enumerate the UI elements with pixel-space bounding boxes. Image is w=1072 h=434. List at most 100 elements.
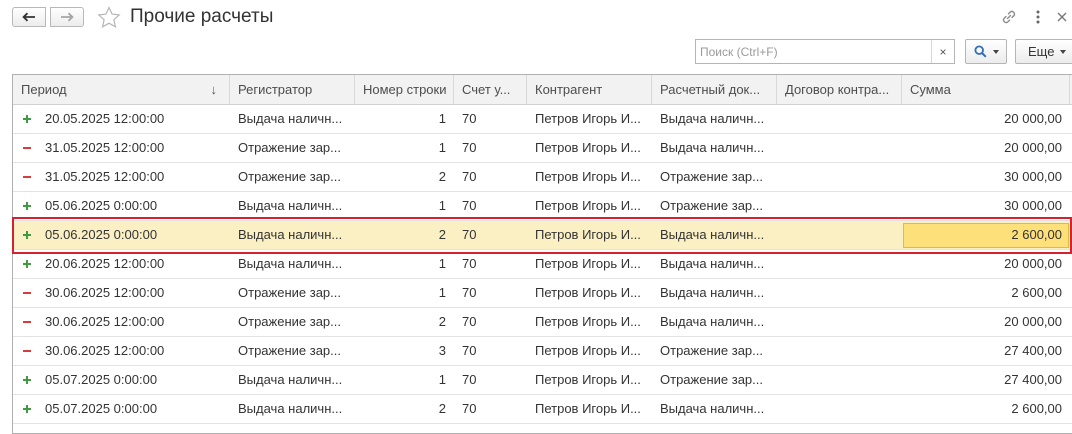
cell-settlement-document: Отражение зар... xyxy=(660,198,763,213)
cell-registrar: Выдача наличн... xyxy=(238,227,343,242)
cell-counterparty: Петров Игорь И... xyxy=(535,314,641,329)
cell-period: 30.06.2025 12:00:00 xyxy=(45,285,165,300)
chevron-down-icon xyxy=(1060,49,1067,54)
cell-line-number: 2 xyxy=(438,401,446,416)
cell-counterparty: Петров Игорь И... xyxy=(535,111,641,126)
cell-counterparty: Петров Игорь И... xyxy=(535,169,641,184)
cell-contract xyxy=(777,250,902,278)
star-icon[interactable] xyxy=(97,6,121,28)
close-icon[interactable] xyxy=(1054,8,1070,26)
cell-registrar: Выдача наличн... xyxy=(238,111,343,126)
cell-settlement-document: Отражение зар... xyxy=(660,343,763,358)
data-table: Период ↓ Регистратор Номер строки Счет у… xyxy=(12,74,1072,434)
back-button[interactable] xyxy=(12,7,46,27)
column-header-label: Период xyxy=(21,82,67,97)
cell-sum: 27 400,00 xyxy=(1004,372,1062,387)
column-header-settlement-document[interactable]: Расчетный док... xyxy=(652,75,777,104)
cell-registrar: Выдача наличн... xyxy=(238,401,343,416)
search-input[interactable] xyxy=(696,40,932,63)
cell-counterparty: Петров Игорь И... xyxy=(535,372,641,387)
cell-account: 70 xyxy=(462,227,477,242)
table-row[interactable]: 31.05.2025 12:00:00 Отражение зар... 1 70 Пе… xyxy=(13,134,1072,163)
cell-sum: 20 000,00 xyxy=(1004,314,1062,329)
sort-descending-icon: ↓ xyxy=(210,82,218,97)
cell-counterparty: Петров Игорь И... xyxy=(535,198,641,213)
cell-sum: 30 000,00 xyxy=(1004,169,1062,184)
cell-contract xyxy=(777,279,902,307)
cell-settlement-document: Выдача наличн... xyxy=(660,256,765,271)
column-header-period[interactable]: Период ↓ xyxy=(13,75,230,104)
cell-line-number: 1 xyxy=(438,256,446,271)
table-row[interactable]: 05.06.2025 0:00:00 Выдача наличн... 2 70 Пет… xyxy=(13,221,1072,250)
cell-sum: 20 000,00 xyxy=(1004,256,1062,271)
cell-period: 05.07.2025 0:00:00 xyxy=(45,401,158,416)
cell-counterparty: Петров Игорь И... xyxy=(535,343,641,358)
cell-sum: 27 400,00 xyxy=(1004,343,1062,358)
cell-period: 30.06.2025 12:00:00 xyxy=(45,343,165,358)
vertical-dots-icon[interactable] xyxy=(1030,8,1046,26)
cell-registrar: Отражение зар... xyxy=(238,169,341,184)
cell-account: 70 xyxy=(462,256,477,271)
cell-line-number: 2 xyxy=(438,227,446,242)
table-row[interactable]: 05.07.2025 0:00:00 Выдача наличн... 1 70 Пет… xyxy=(13,366,1072,395)
chevron-down-icon xyxy=(992,49,999,54)
cell-settlement-document: Выдача наличн... xyxy=(660,314,765,329)
cell-account: 70 xyxy=(462,401,477,416)
cell-line-number: 3 xyxy=(438,343,446,358)
cell-contract xyxy=(777,366,902,394)
cell-contract xyxy=(777,105,902,133)
cell-period: 05.06.2025 0:00:00 xyxy=(45,227,158,242)
table-row[interactable]: 30.06.2025 12:00:00 Отражение зар... 1 70 Пе… xyxy=(13,279,1072,308)
column-header-account[interactable]: Счет у... xyxy=(454,75,527,104)
cell-settlement-document: Отражение зар... xyxy=(660,169,763,184)
cell-registrar: Отражение зар... xyxy=(238,285,341,300)
cell-sum: 30 000,00 xyxy=(1004,198,1062,213)
more-button-label: Еще xyxy=(1028,44,1055,59)
cell-contract xyxy=(777,163,902,191)
arrow-left-icon xyxy=(22,12,35,22)
cell-line-number: 1 xyxy=(438,372,446,387)
cell-period: 20.06.2025 12:00:00 xyxy=(45,256,165,271)
column-header-counterparty[interactable]: Контрагент xyxy=(527,75,652,104)
table-row[interactable]: 31.05.2025 12:00:00 Отражение зар... 2 70 Пе… xyxy=(13,163,1072,192)
table-row[interactable]: 05.07.2025 0:00:00 Выдача наличн... 2 70 Пет… xyxy=(13,395,1072,424)
cell-account: 70 xyxy=(462,169,477,184)
cell-counterparty: Петров Игорь И... xyxy=(535,256,641,271)
cell-account: 70 xyxy=(462,140,477,155)
cell-line-number: 1 xyxy=(438,111,446,126)
table-header: Период ↓ Регистратор Номер строки Счет у… xyxy=(13,75,1072,105)
cell-counterparty: Петров Игорь И... xyxy=(535,227,641,242)
table-row[interactable]: 30.06.2025 12:00:00 Отражение зар... 2 70 Пе… xyxy=(13,308,1072,337)
cell-settlement-document: Выдача наличн... xyxy=(660,401,765,416)
column-header-registrar[interactable]: Регистратор xyxy=(230,75,355,104)
cell-period: 20.05.2025 12:00:00 xyxy=(45,111,165,126)
cell-settlement-document: Выдача наличн... xyxy=(660,285,765,300)
cell-account: 70 xyxy=(462,314,477,329)
column-header-line-number[interactable]: Номер строки xyxy=(355,75,454,104)
search-box: × xyxy=(695,39,955,64)
search-button[interactable] xyxy=(965,39,1007,64)
column-header-contract[interactable]: Договор контра... xyxy=(777,75,902,104)
more-button[interactable]: Еще xyxy=(1015,39,1072,64)
table-row[interactable]: 30.06.2025 12:00:00 Отражение зар... 3 70 Пе… xyxy=(13,337,1072,366)
cell-line-number: 2 xyxy=(438,314,446,329)
column-header-sum[interactable]: Сумма xyxy=(902,75,1070,104)
cell-contract xyxy=(777,337,902,365)
cell-sum: 2 600,00 xyxy=(1011,285,1062,300)
cell-contract xyxy=(777,395,902,423)
search-clear-button[interactable]: × xyxy=(931,40,954,63)
forward-button[interactable] xyxy=(50,7,84,27)
table-row[interactable]: 20.05.2025 12:00:00 Выдача наличн... 1 70 Пе… xyxy=(13,105,1072,134)
cell-sum: 2 600,00 xyxy=(1011,227,1062,242)
link-icon[interactable] xyxy=(999,7,1019,27)
cell-period: 31.05.2025 12:00:00 xyxy=(45,169,165,184)
cell-registrar: Отражение зар... xyxy=(238,140,341,155)
cell-registrar: Отражение зар... xyxy=(238,314,341,329)
cell-sum: 20 000,00 xyxy=(1004,111,1062,126)
table-row[interactable]: 20.06.2025 12:00:00 Выдача наличн... 1 70 Пе… xyxy=(13,250,1072,279)
cell-registrar: Выдача наличн... xyxy=(238,256,343,271)
cell-sum: 2 600,00 xyxy=(1011,401,1062,416)
cell-line-number: 1 xyxy=(438,285,446,300)
table-row[interactable]: 05.06.2025 0:00:00 Выдача наличн... 1 70 Пет… xyxy=(13,192,1072,221)
cell-account: 70 xyxy=(462,111,477,126)
